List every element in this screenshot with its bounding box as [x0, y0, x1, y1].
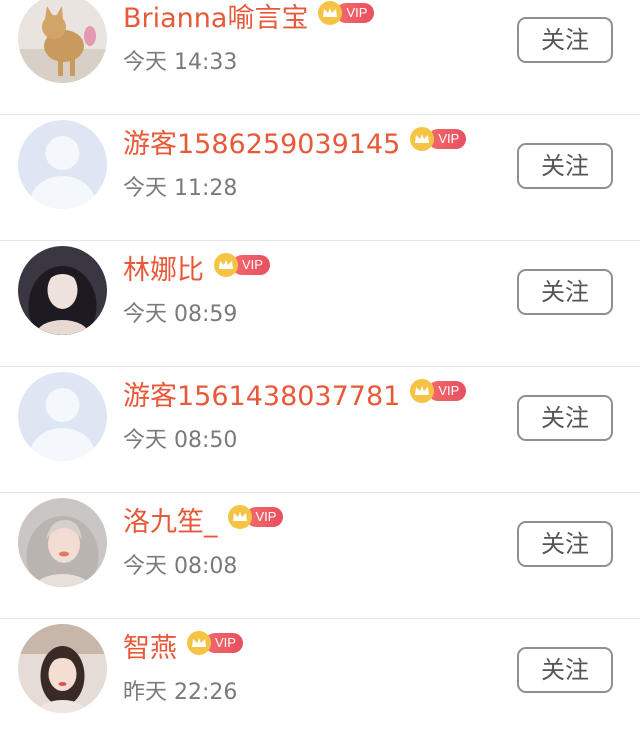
crown-icon: [410, 127, 435, 151]
name-line: 游客1561438037781 VIP: [123, 377, 467, 417]
crown-icon: [227, 505, 252, 529]
visit-time: 今天 08:50: [123, 428, 238, 453]
list-item[interactable]: Brianna喻言宝 VIP 今天 14:33 关注: [0, 0, 640, 115]
list-item[interactable]: 智燕 VIP 昨天 22:26 关注: [0, 619, 640, 744]
name-line: 智燕 VIP: [123, 629, 243, 669]
crown-icon: [410, 379, 435, 403]
visitor-name[interactable]: Brianna喻言宝: [123, 0, 308, 39]
visit-time: 今天 08:59: [123, 302, 238, 327]
crown-icon: [318, 1, 343, 25]
vip-badge: VIP: [410, 127, 467, 151]
visitor-name[interactable]: 游客1561438037781: [123, 377, 400, 417]
follow-button[interactable]: 关注: [517, 521, 613, 567]
default-person-icon: [18, 120, 107, 209]
vip-badge: VIP: [187, 631, 243, 655]
vip-label: VIP: [428, 381, 467, 401]
visit-time: 今天 11:28: [123, 176, 238, 201]
visitor-list: Brianna喻言宝 VIP 今天 14:33 关注 游客15862590391…: [0, 0, 640, 744]
vip-label: VIP: [428, 129, 467, 149]
visit-time: 昨天 22:26: [123, 680, 238, 705]
name-line: 游客1586259039145 VIP: [123, 125, 467, 165]
list-item[interactable]: 林娜比 VIP 今天 08:59 关注: [0, 241, 640, 367]
visit-time: 今天 08:08: [123, 554, 238, 579]
follow-button[interactable]: 关注: [517, 395, 613, 441]
visit-time: 今天 14:33: [123, 50, 238, 75]
avatar[interactable]: [18, 498, 107, 587]
vip-badge: VIP: [227, 505, 284, 529]
list-item[interactable]: 洛九笙_ VIP 今天 08:08 关注: [0, 493, 640, 619]
list-item[interactable]: 游客1586259039145 VIP 今天 11:28 关注: [0, 115, 640, 241]
vip-badge: VIP: [214, 253, 270, 277]
vip-badge: VIP: [410, 379, 467, 403]
avatar[interactable]: [18, 120, 107, 209]
crown-icon: [214, 253, 238, 277]
follow-button[interactable]: 关注: [517, 269, 613, 315]
list-item[interactable]: 游客1561438037781 VIP 今天 08:50 关注: [0, 367, 640, 493]
avatar[interactable]: [18, 246, 107, 335]
name-line: Brianna喻言宝 VIP: [123, 0, 375, 39]
visitor-name[interactable]: 游客1586259039145: [123, 125, 400, 165]
avatar[interactable]: [18, 624, 107, 713]
visitor-name[interactable]: 智燕: [123, 629, 177, 669]
name-line: 林娜比 VIP: [123, 251, 270, 291]
vip-badge: VIP: [318, 1, 375, 25]
vip-label: VIP: [336, 3, 375, 23]
follow-button[interactable]: 关注: [517, 143, 613, 189]
visitor-name[interactable]: 洛九笙_: [123, 503, 218, 543]
avatar[interactable]: [18, 372, 107, 461]
follow-button[interactable]: 关注: [517, 647, 613, 693]
visitor-name[interactable]: 林娜比: [123, 251, 204, 291]
avatar[interactable]: [18, 0, 107, 83]
default-person-icon: [18, 372, 107, 461]
crown-icon: [187, 631, 211, 655]
follow-button[interactable]: 关注: [517, 17, 613, 63]
name-line: 洛九笙_ VIP: [123, 503, 284, 543]
